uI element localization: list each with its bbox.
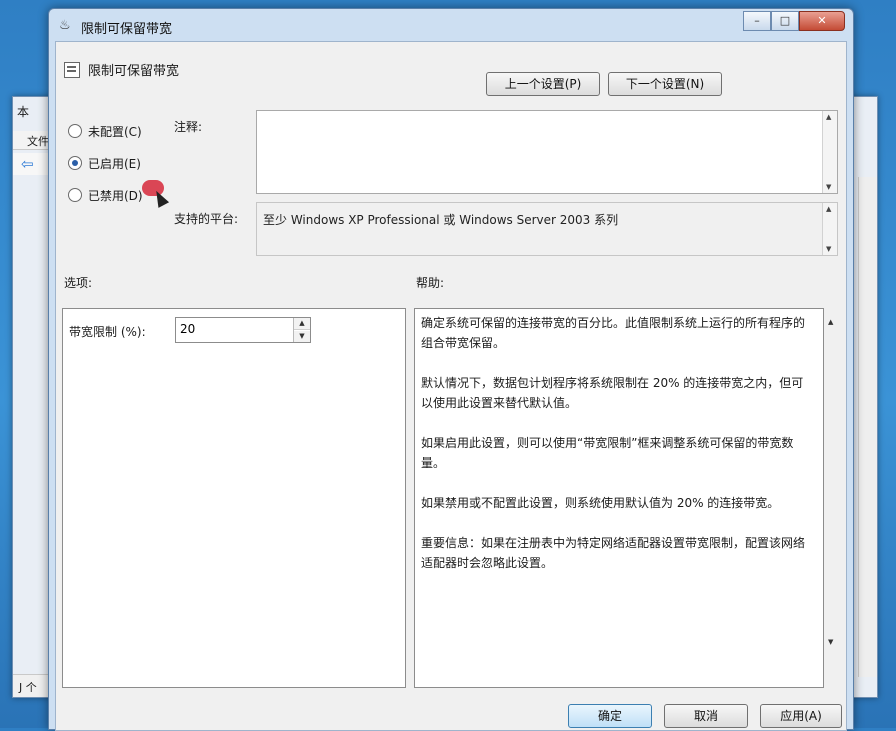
cancel-button[interactable]: 取消 [664, 704, 748, 728]
apply-button[interactable]: 应用(A) [760, 704, 842, 728]
platform-box: 至少 Windows XP Professional 或 Windows Ser… [256, 202, 838, 256]
setting-icon [64, 62, 80, 78]
stepper-up-icon[interactable]: ▲ [294, 318, 310, 330]
radio-disabled-circle[interactable] [68, 188, 82, 202]
dialog-title: 限制可保留带宽 [81, 22, 173, 37]
window-controls: – □ ✕ [743, 11, 845, 31]
background-scrollbar[interactable] [858, 177, 877, 677]
dialog-titlebar[interactable]: ♨ 限制可保留带宽 – □ ✕ [49, 9, 853, 41]
policy-dialog: ♨ 限制可保留带宽 – □ ✕ 限制可保留带宽 上一个设置(P) 下一个设置(N… [48, 8, 854, 731]
scroll-down-icon[interactable]: ▼ [826, 183, 831, 191]
radio-not-configured-label: 未配置(C) [88, 124, 142, 139]
scroll-up-icon[interactable]: ▲ [826, 113, 831, 121]
radio-disabled-label: 已禁用(D) [88, 188, 143, 203]
comment-textarea[interactable]: ▲ ▼ [256, 110, 838, 194]
platform-label: 支持的平台: [174, 212, 239, 226]
help-panel[interactable]: 确定系统可保留的连接带宽的百分比。此值限制系统上运行的所有程序的组合带宽保留。 … [414, 308, 824, 688]
bandwidth-limit-stepper[interactable]: ▲ ▼ [175, 317, 311, 343]
stepper-buttons: ▲ ▼ [293, 318, 310, 342]
platform-value: 至少 Windows XP Professional 或 Windows Ser… [263, 213, 619, 227]
radio-enabled-circle[interactable] [68, 156, 82, 170]
minimize-button[interactable]: – [743, 11, 771, 31]
radio-enabled-label: 已启用(E) [88, 156, 141, 171]
bandwidth-limit-input[interactable] [176, 318, 298, 340]
policy-icon: ♨ [59, 18, 71, 33]
radio-not-configured[interactable]: 未配置(C) [68, 122, 142, 140]
help-heading: 帮助: [416, 276, 445, 290]
ok-button[interactable]: 确定 [568, 704, 652, 728]
options-panel: 带宽限制 (%): ▲ ▼ [62, 308, 406, 688]
platform-scrollbar[interactable]: ▲ ▼ [822, 203, 837, 255]
help-text: 确定系统可保留的连接带宽的百分比。此值限制系统上运行的所有程序的组合带宽保留。 … [421, 316, 806, 570]
radio-enabled[interactable]: 已启用(E) [68, 154, 141, 172]
back-arrow-icon[interactable]: ⇦ [21, 155, 34, 173]
stepper-down-icon[interactable]: ▼ [294, 331, 310, 342]
next-setting-button[interactable]: 下一个设置(N) [608, 72, 722, 96]
help-scroll-up-icon[interactable]: ▲ [828, 318, 833, 326]
scroll-down-icon[interactable]: ▼ [826, 245, 831, 253]
dialog-client-area: 限制可保留带宽 上一个设置(P) 下一个设置(N) 未配置(C) 已启用(E) … [55, 41, 847, 731]
comment-scrollbar[interactable]: ▲ ▼ [822, 111, 837, 193]
options-heading: 选项: [64, 276, 93, 290]
help-scroll-down-icon[interactable]: ▼ [828, 638, 833, 646]
background-status-bar: J 个 [13, 674, 53, 697]
mouse-cursor-icon [150, 188, 170, 208]
radio-disabled[interactable]: 已禁用(D) [68, 186, 143, 204]
close-button[interactable]: ✕ [799, 11, 845, 31]
background-menu-file[interactable]: 文件 [27, 133, 49, 149]
radio-not-configured-circle[interactable] [68, 124, 82, 138]
setting-title: 限制可保留带宽 [88, 64, 180, 79]
maximize-button[interactable]: □ [771, 11, 799, 31]
comment-label: 注释: [174, 120, 203, 134]
bandwidth-limit-label: 带宽限制 (%): [69, 325, 146, 339]
previous-setting-button[interactable]: 上一个设置(P) [486, 72, 600, 96]
background-status-text: J 个 [19, 681, 37, 694]
scroll-up-icon[interactable]: ▲ [826, 205, 831, 213]
